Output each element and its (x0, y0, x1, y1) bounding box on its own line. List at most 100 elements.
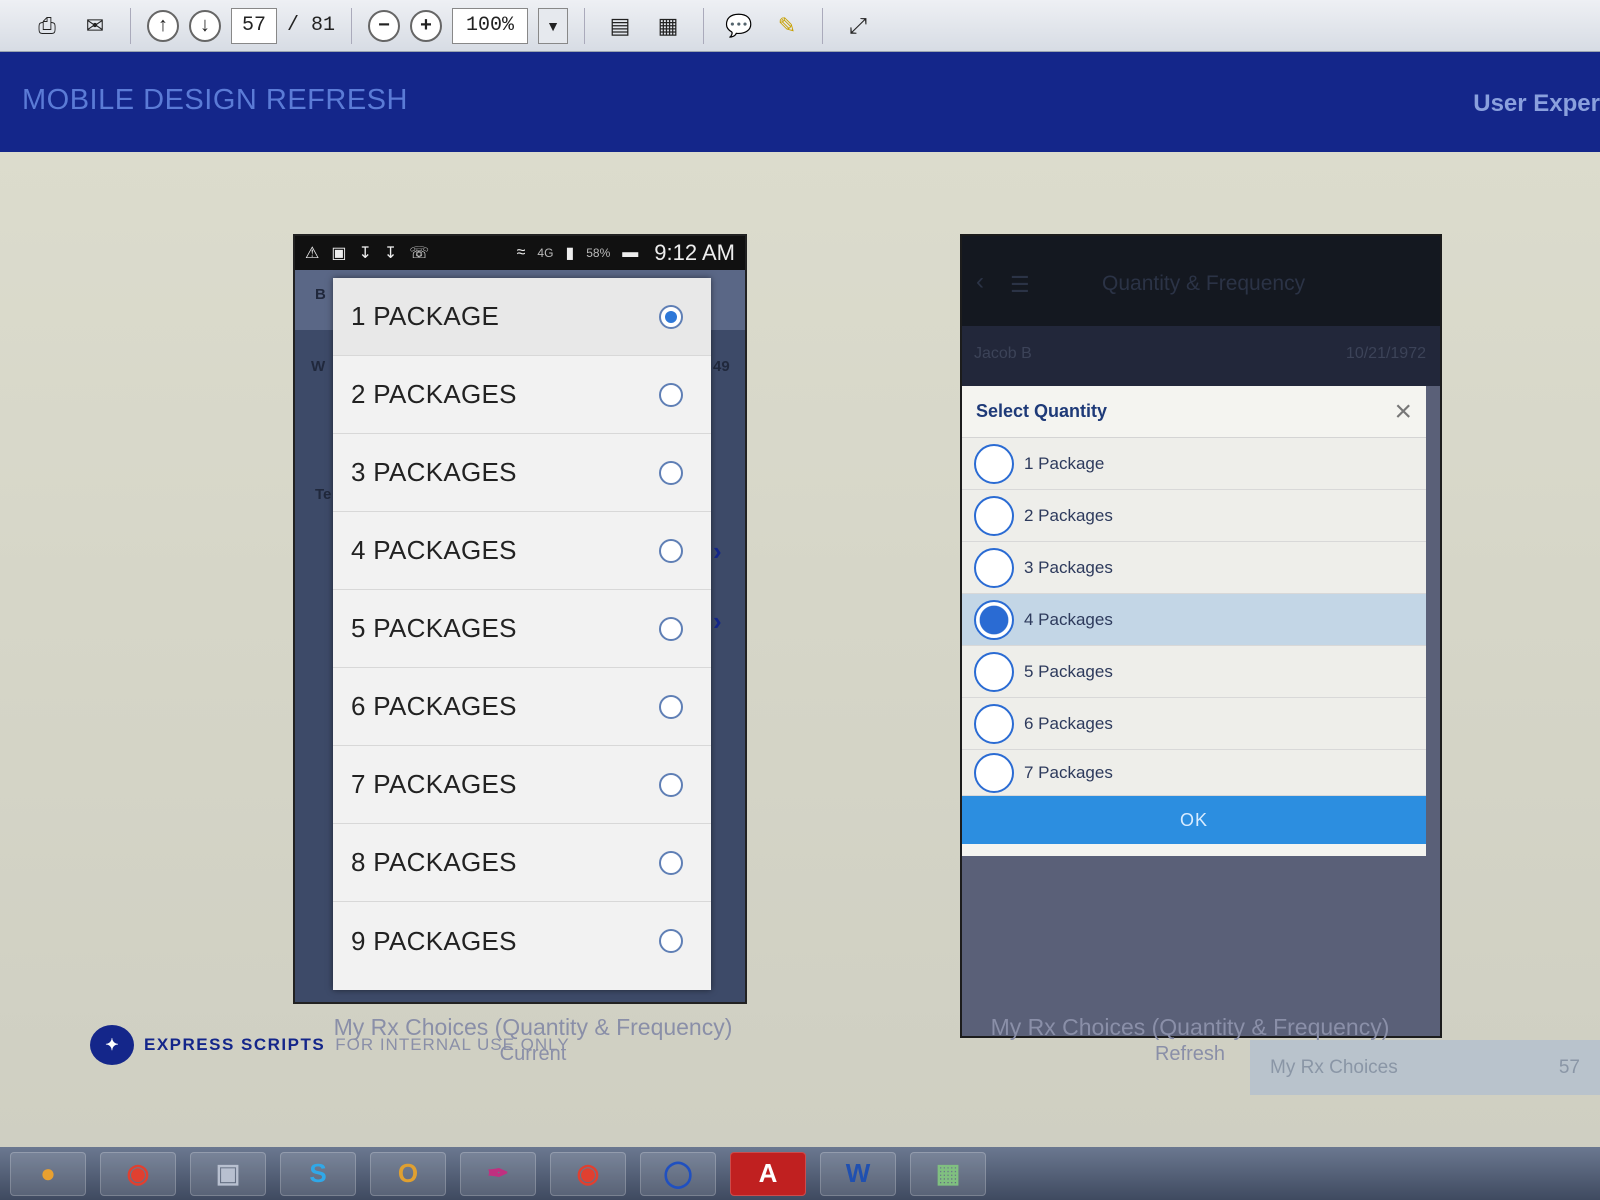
email-icon[interactable]: ✉ (76, 7, 114, 45)
outlook-icon[interactable]: O (370, 1151, 446, 1196)
quantity-option-label: 7 Packages (1024, 762, 1113, 782)
zoom-level-input[interactable]: 100% (452, 7, 529, 44)
footer-brand: EXPRESS SCRIPTS (144, 1035, 326, 1054)
member-bar: Jacob B 10/21/1972 (962, 326, 1440, 386)
quantity-option[interactable]: 1 Package (962, 438, 1426, 490)
radio-button[interactable] (659, 694, 683, 719)
quantity-option[interactable]: 5 Packages (962, 646, 1426, 698)
quantity-option-label: 4 PACKAGES (351, 535, 517, 565)
status-time: 9:12 AM (654, 240, 735, 265)
comment-icon[interactable]: 💬 (720, 7, 758, 45)
refresh-phone-mockup: ‹ ☰ Quantity & Frequency Jacob B 10/21/1… (960, 234, 1442, 1038)
quantity-option-label: 5 Packages (1024, 661, 1113, 681)
slide-section-title: User Exper (1473, 90, 1600, 117)
pdf-toolbar: ⎙ ✉ ↑ ↓ 57 / 81 − + 100% ▼ ▤ ▦ 💬 ✎ ⤢ (0, 0, 1600, 52)
radio-button[interactable] (659, 460, 683, 485)
fit-width-icon[interactable]: ▤ (601, 7, 639, 45)
radio-button[interactable] (974, 651, 1014, 692)
quantity-option-label: 9 PACKAGES (351, 925, 517, 956)
radio-button[interactable] (974, 752, 1014, 793)
dropdown-icon[interactable]: ▼ (538, 7, 569, 44)
quantity-option[interactable]: 3 Packages (962, 542, 1426, 594)
radio-button[interactable] (659, 538, 683, 563)
quantity-option-label: 3 Packages (1024, 557, 1113, 577)
page-up-icon[interactable]: ↑ (147, 9, 179, 42)
quantity-option-label: 8 PACKAGES (351, 847, 517, 877)
fit-page-icon[interactable]: ▦ (649, 7, 687, 45)
radio-button[interactable] (659, 616, 683, 641)
radio-button[interactable] (659, 850, 683, 875)
quantity-option[interactable]: 9 PACKAGES (333, 902, 711, 980)
footer-section-tab: My Rx Choices 57 (1250, 1040, 1600, 1095)
fullscreen-icon[interactable]: ⤢ (839, 7, 877, 45)
quantity-option[interactable]: 6 PACKAGES (333, 668, 711, 746)
download-icon: ↧ (383, 245, 398, 262)
radio-button[interactable] (974, 495, 1014, 536)
ok-button[interactable]: OK (962, 796, 1426, 844)
quantity-option-label: 5 PACKAGES (351, 613, 517, 643)
dialog-header: Select Quantity × (962, 386, 1426, 438)
acrobat-icon[interactable]: A (730, 1151, 806, 1196)
quantity-option[interactable]: 2 Packages (962, 490, 1426, 542)
word-icon[interactable]: W (820, 1151, 896, 1196)
toolbar-divider (703, 7, 705, 44)
radio-button[interactable] (974, 547, 1014, 588)
app-header: ‹ ☰ Quantity & Frequency (962, 236, 1440, 326)
warning-icon: ⚠ (305, 245, 320, 262)
quantity-option[interactable]: 5 PACKAGES (333, 590, 711, 668)
quantity-option[interactable]: 2 PACKAGES (333, 356, 711, 434)
back-icon[interactable]: ‹ (976, 268, 984, 296)
chrome-icon[interactable]: ◉ (100, 1151, 176, 1196)
slide-footer: ✦ EXPRESS SCRIPTS FOR INTERNAL USE ONLY (90, 1025, 570, 1065)
toolbar-divider (130, 7, 131, 44)
close-icon[interactable]: × (1394, 396, 1412, 427)
sign-icon[interactable]: ✎ (768, 7, 806, 45)
quantity-option-label: 6 Packages (1024, 713, 1113, 733)
page-down-icon[interactable]: ↓ (189, 9, 221, 42)
app-icon[interactable]: ● (10, 1151, 86, 1196)
quantity-option[interactable]: 1 PACKAGE (333, 278, 711, 356)
app-icon[interactable]: ▦ (910, 1151, 986, 1196)
quantity-option-label: 2 Packages (1024, 505, 1113, 525)
quantity-option[interactable]: 4 PACKAGES (333, 512, 711, 590)
quantity-option-label: 6 PACKAGES (351, 691, 517, 721)
select-quantity-dialog: Select Quantity × 1 Package 2 Packages 3… (962, 386, 1426, 856)
chevron-right-icon: › (713, 606, 722, 636)
globe-icon[interactable]: ◯ (640, 1151, 716, 1196)
print-icon[interactable]: ⎙ (28, 7, 66, 45)
page-number-input[interactable]: 57 (231, 7, 277, 44)
quantity-option-selected[interactable]: 4 Packages (962, 594, 1426, 646)
app-icon[interactable]: ▣ (190, 1151, 266, 1196)
quantity-option-label: 1 Package (1024, 453, 1105, 473)
toolbar-divider (351, 7, 353, 44)
quantity-option-label: 3 PACKAGES (351, 457, 517, 487)
member-date: 10/21/1972 (1345, 345, 1426, 362)
radio-button-selected[interactable] (659, 304, 683, 329)
member-name: Jacob B (974, 345, 1032, 362)
windows-taskbar: ● ◉ ▣ S O ✒ ◉ ◯ A W ▦ (0, 1147, 1600, 1200)
quantity-option[interactable]: 3 PACKAGES (333, 434, 711, 512)
zoom-out-icon[interactable]: − (368, 9, 401, 42)
quantity-option[interactable]: 7 Packages (962, 750, 1426, 796)
footer-page-number: 57 (1558, 1056, 1580, 1078)
radio-button-selected[interactable] (974, 599, 1014, 640)
radio-button[interactable] (659, 382, 683, 407)
missed-call-icon: ☏ (409, 245, 430, 262)
radio-button[interactable] (659, 772, 683, 797)
quantity-option[interactable]: 7 PACKAGES (333, 746, 711, 824)
skype-icon[interactable]: S (280, 1151, 356, 1196)
background-text: 49 (713, 358, 730, 375)
background-text: Te (315, 486, 332, 503)
feather-icon[interactable]: ✒ (460, 1151, 536, 1196)
quantity-option[interactable]: 8 PACKAGES (333, 824, 711, 902)
toolbar-divider (822, 7, 824, 44)
quantity-option[interactable]: 6 Packages (962, 698, 1426, 750)
network-label: 4G (537, 246, 554, 260)
menu-icon[interactable]: ☰ (1010, 272, 1030, 298)
radio-button[interactable] (659, 929, 683, 953)
radio-button[interactable] (974, 703, 1014, 744)
zoom-in-icon[interactable]: + (410, 9, 443, 42)
chrome-icon[interactable]: ◉ (550, 1151, 626, 1196)
radio-button[interactable] (974, 443, 1014, 484)
quantity-option-label: 7 PACKAGES (351, 769, 517, 799)
